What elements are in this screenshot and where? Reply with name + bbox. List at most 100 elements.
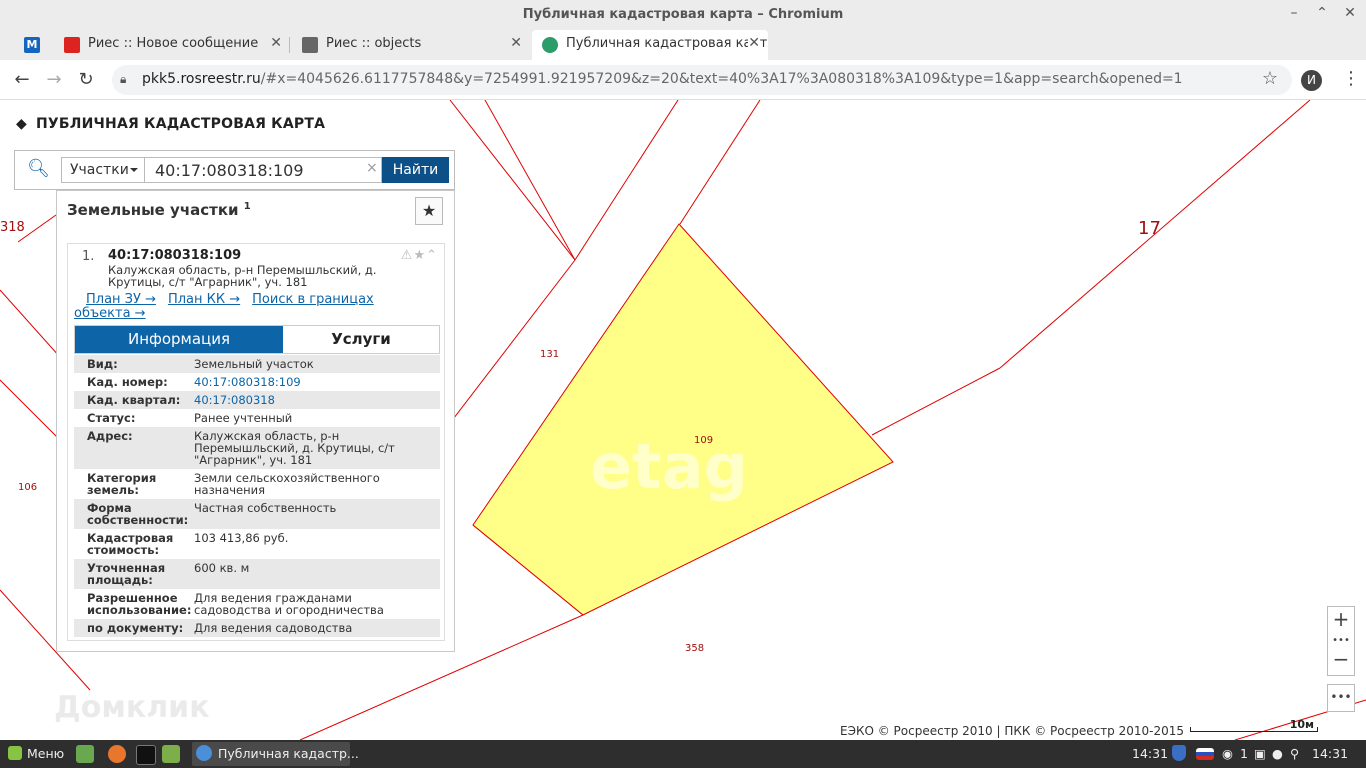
info-key: Разрешенное использование: — [87, 591, 192, 617]
info-key: по документу: — [87, 621, 184, 635]
more-tools-icon[interactable]: ••• — [1327, 684, 1355, 712]
network-icon[interactable]: ◉ — [1222, 746, 1233, 761]
taskbar-window-chromium[interactable]: Публичная кадастр... — [192, 742, 359, 766]
result-links: План ЗУ → План КК → Поиск в границах объек… — [74, 293, 414, 321]
info-key: Адрес: — [87, 429, 133, 443]
shield-icon[interactable] — [1172, 745, 1186, 761]
info-value: Калужская область, р-н Перемышльский, д.… — [194, 429, 395, 467]
tab-strip: M Риес :: Новое сообщение ✕ Риес :: obje… — [0, 30, 1366, 85]
tab-favicon-icon — [302, 37, 318, 53]
terminal-icon[interactable] — [136, 745, 156, 765]
window-titlebar: Публичная кадастровая карта – Chromium –… — [0, 0, 1366, 30]
info-row: Форма собственности: Частная собственност… — [74, 499, 440, 529]
map-credit: ЕЭКО © Росреестр 2010 | ПКК © Росреестр … — [840, 724, 1185, 738]
close-window-icon[interactable]: ✕ — [1340, 5, 1360, 21]
tab-close-icon[interactable]: ✕ — [270, 35, 282, 51]
info-key: Вид: — [87, 357, 118, 371]
info-row: Вид: Земельный участок — [74, 355, 440, 373]
tab-objects[interactable]: Риес :: objects ✕ — [292, 30, 530, 60]
info-value: 103 413,86 руб. — [194, 531, 289, 545]
result-action-icons[interactable]: ⚠★⌃ — [401, 248, 438, 263]
clock-left: 14:31 — [1132, 746, 1169, 761]
tab-close-icon[interactable]: ✕ — [748, 35, 760, 51]
info-row: Кад. квартал: 40:17:080318 — [74, 391, 440, 409]
tab-new-message[interactable]: Риес :: Новое сообщение ✕ — [54, 30, 290, 60]
search-type-label: Участки — [70, 162, 129, 178]
tab-label: Риес :: objects — [326, 36, 422, 51]
info-row: Кадастровая стоимость: 103 413,86 руб. — [74, 529, 440, 559]
search-input[interactable] — [145, 157, 382, 183]
info-value: Земельный участок — [194, 357, 314, 371]
info-key: Статус: — [87, 411, 136, 425]
boundary-line — [871, 367, 1001, 436]
results-panel: Земельные участки 1 ★ 1. 40:17:080318:10… — [56, 190, 455, 652]
plan-zu-link[interactable]: План ЗУ → — [86, 292, 156, 307]
zoom-in-icon[interactable]: + — [1328, 607, 1354, 631]
info-row: Уточненная площадь: 600 кв. м — [74, 559, 440, 589]
info-row: по документу: Для ведения садоводства — [74, 619, 440, 637]
url-text[interactable]: pkk5.rosreestr.ru/#x=4045626.6117757848&… — [142, 71, 1183, 87]
restore-icon[interactable]: ⌃ — [1312, 5, 1332, 21]
clear-search-icon[interactable]: × — [366, 160, 378, 176]
info-key: Кад. номер: — [87, 375, 168, 389]
plan-kk-link[interactable]: План КК → — [168, 292, 240, 307]
bookmark-star-icon[interactable]: ☆ — [1262, 68, 1278, 89]
search-icon[interactable]: 🔍︎ — [27, 158, 50, 179]
result-card: 1. 40:17:080318:109 ⚠★⌃ Калужская област… — [67, 243, 445, 641]
info-value: Для ведения гражданами садоводства и ого… — [194, 591, 384, 617]
info-value: Ранее учтенный — [194, 411, 293, 425]
result-number: 1. — [82, 249, 95, 264]
clipboard-icon[interactable]: ▣ — [1254, 746, 1266, 761]
show-desktop-icon[interactable] — [76, 745, 94, 763]
url-path: /#x=4045626.6117757848&y=7254991.9219572… — [260, 71, 1183, 87]
info-value: Частная собственность — [194, 501, 337, 515]
tab-close-icon[interactable]: ✕ — [510, 35, 522, 51]
info-value[interactable]: 40:17:080318:109 — [194, 376, 426, 388]
results-count: 1 — [243, 201, 251, 212]
info-row: Категория земель: Земли сельскохозяйствен… — [74, 469, 440, 499]
search-type-select[interactable]: Участки — [61, 157, 145, 183]
minimize-icon[interactable]: – — [1284, 5, 1304, 21]
chevron-up-icon: ⌃ — [426, 248, 438, 263]
find-button[interactable]: Найти — [382, 157, 449, 183]
tab-services[interactable]: Услуги — [283, 326, 439, 353]
zoom-control: + ••• − — [1327, 606, 1355, 676]
map-watermark-center: etag — [590, 430, 748, 503]
zoom-slider-handle[interactable]: ••• — [1328, 635, 1354, 646]
tab-information[interactable]: Информация — [75, 326, 283, 353]
map-label-318: 318 — [0, 220, 25, 235]
tab-favicon-icon — [542, 37, 558, 53]
info-value: 600 кв. м — [194, 561, 250, 575]
user-icon[interactable]: ● — [1272, 746, 1283, 761]
boundary-line — [484, 100, 576, 261]
network-tree-icon[interactable]: ⚲ — [1290, 746, 1299, 761]
flag-ru-icon[interactable] — [1196, 748, 1214, 760]
taskbar: Меню Публичная кадастр... 14:31 ◉ 1 ▣ ● … — [0, 740, 1366, 768]
selected-parcel — [472, 223, 894, 616]
results-header: Земельные участки 1 — [67, 201, 251, 219]
results-header-text: Земельные участки — [67, 201, 239, 219]
tab-label: Публичная кадастровая карт — [566, 36, 768, 51]
info-value[interactable]: 40:17:080318 — [194, 394, 426, 406]
lock-icon: 🔒︎ — [120, 72, 127, 86]
star-icon: ★ — [413, 248, 427, 263]
tab-pkk-active[interactable]: Публичная кадастровая карт ✕ — [532, 30, 768, 60]
address-bar[interactable]: 🔒︎ pkk5.rosreestr.ru/#x=4045626.61177578… — [112, 65, 1292, 95]
result-cad-number[interactable]: 40:17:080318:109 — [108, 248, 241, 263]
favorite-star-icon[interactable]: ★ — [415, 197, 443, 225]
boundary-line — [0, 379, 61, 441]
map-label-358: 358 — [685, 643, 705, 654]
pinned-tab-mail-icon[interactable]: M — [24, 37, 40, 53]
files-icon[interactable] — [162, 745, 180, 763]
firefox-icon[interactable] — [108, 745, 126, 763]
start-menu-label: Меню — [27, 746, 65, 761]
start-menu-button[interactable]: Меню — [8, 746, 64, 761]
zoom-out-icon[interactable]: − — [1328, 647, 1354, 671]
reload-icon[interactable]: ↻ — [74, 69, 98, 90]
forward-icon[interactable]: → — [42, 69, 66, 90]
browser-menu-icon[interactable]: ⋮ — [1342, 68, 1360, 89]
profile-avatar[interactable]: И — [1301, 70, 1322, 91]
info-row: Адрес: Калужская область, р-н Перемышльск… — [74, 427, 440, 469]
back-icon[interactable]: ← — [10, 69, 34, 90]
tab-favicon-icon — [64, 37, 80, 53]
